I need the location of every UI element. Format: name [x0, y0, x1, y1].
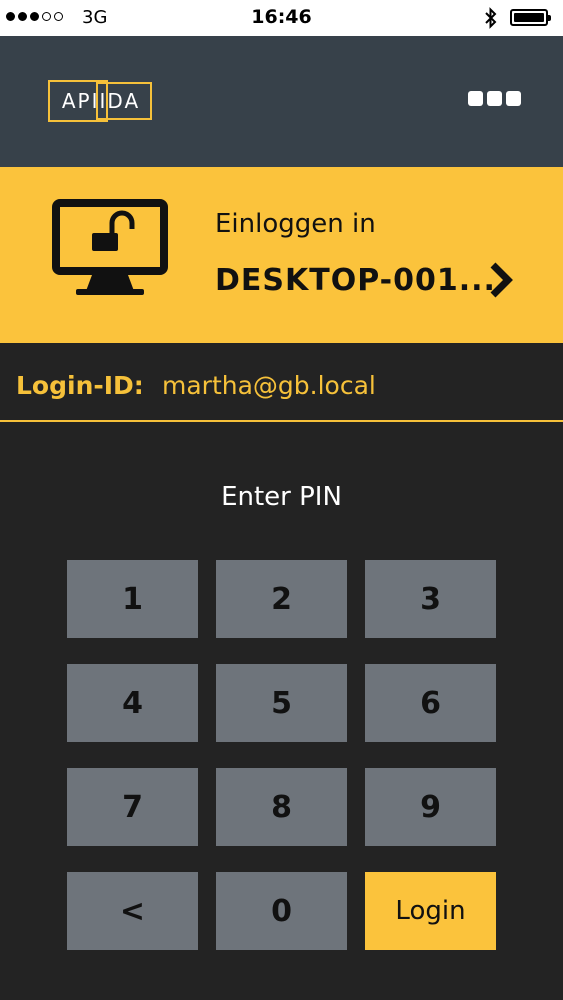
key-3[interactable]: 3 — [365, 560, 496, 638]
login-id-row: Login-ID: martha@gb.local — [0, 343, 563, 422]
app-header: APIIDA — [0, 36, 563, 167]
chevron-right-icon — [490, 262, 513, 298]
target-device-button[interactable]: Einloggen in DESKTOP-001... — [0, 167, 563, 343]
key-4[interactable]: 4 — [67, 664, 198, 742]
battery-icon — [510, 9, 551, 26]
enter-pin-label: Enter PIN — [221, 482, 342, 512]
key-6[interactable]: 6 — [365, 664, 496, 742]
key-0[interactable]: 0 — [216, 872, 347, 950]
login-id-label: Login-ID: — [16, 371, 144, 400]
more-menu-icon[interactable] — [468, 91, 521, 106]
key-5[interactable]: 5 — [216, 664, 347, 742]
login-id-value: martha@gb.local — [162, 371, 376, 400]
target-device-name: DESKTOP-001... — [215, 263, 496, 298]
key-7[interactable]: 7 — [67, 768, 198, 846]
key-8[interactable]: 8 — [216, 768, 347, 846]
key-2[interactable]: 2 — [216, 560, 347, 638]
unlocked-monitor-icon — [52, 199, 168, 295]
status-time: 16:46 — [251, 6, 312, 28]
login-button[interactable]: Login — [365, 872, 496, 950]
key-9[interactable]: 9 — [365, 768, 496, 846]
key-1[interactable]: 1 — [67, 560, 198, 638]
backspace-key[interactable]: < — [67, 872, 198, 950]
target-label: Einloggen in — [215, 209, 376, 239]
apiida-logo: APIIDA — [48, 80, 154, 122]
status-bar: 3G 16:46 — [0, 0, 563, 36]
bluetooth-icon — [485, 7, 497, 29]
